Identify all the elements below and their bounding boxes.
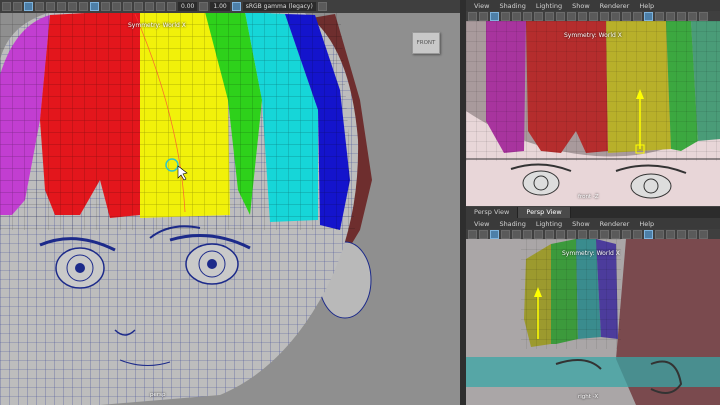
grid-icon[interactable] (13, 2, 22, 11)
side-camera-label: right -X (578, 394, 599, 400)
gamma-icon[interactable] (199, 2, 209, 11)
hair-bangs[interactable] (0, 10, 355, 230)
lights-icon[interactable] (57, 2, 66, 11)
selection-band (466, 357, 720, 387)
gamma-value-field[interactable]: 1.00 (210, 2, 230, 11)
gate-mask-icon[interactable] (123, 2, 132, 11)
camera-label: persp (150, 392, 166, 398)
tab-persp-view-2[interactable]: Persp View (518, 207, 571, 218)
menu-lighting[interactable]: Lighting (536, 220, 562, 228)
main-scene[interactable] (0, 0, 460, 405)
panel-tabs: Persp View Persp View (466, 207, 720, 218)
front-scene[interactable] (466, 21, 720, 206)
camera-icon[interactable] (2, 2, 11, 11)
side-scene[interactable] (466, 239, 720, 405)
view-transform-field[interactable]: sRGB gamma (legacy) (242, 2, 316, 11)
field-chart-icon[interactable] (134, 2, 143, 11)
safe-action-icon[interactable] (145, 2, 154, 11)
menu-show[interactable]: Show (572, 2, 590, 10)
menu-view[interactable]: View (474, 2, 489, 10)
side-viewport[interactable]: View Shading Lighting Show Renderer Help… (466, 218, 720, 405)
menu-lighting[interactable]: Lighting (536, 2, 562, 10)
side-toolbar (466, 229, 720, 239)
main-toolbar: 0.00 1.00 sRGB gamma (legacy) (0, 0, 460, 13)
xray-joints-icon[interactable] (90, 2, 99, 11)
viewport-settings-icon[interactable] (317, 2, 327, 11)
exposure-field[interactable]: 0.00 (178, 2, 198, 11)
menu-shading[interactable]: Shading (499, 2, 525, 10)
symmetry-label: Symmetry: World X (128, 22, 186, 29)
menu-renderer[interactable]: Renderer (600, 2, 630, 10)
menu-view[interactable]: View (474, 220, 489, 228)
front-viewport[interactable]: View Shading Lighting Show Renderer Help (466, 0, 720, 206)
textured-icon[interactable] (46, 2, 55, 11)
menu-show[interactable]: Show (572, 220, 590, 228)
menu-help[interactable]: Help (639, 2, 654, 10)
front-toolbar (466, 11, 720, 21)
front-camera-label: front -Z (578, 194, 599, 200)
smooth-shade-icon[interactable] (35, 2, 44, 11)
side-symmetry-label: Symmetry: World X (562, 250, 620, 257)
color-management-icon[interactable] (231, 2, 241, 11)
menu-renderer[interactable]: Renderer (600, 220, 630, 228)
main-viewport[interactable]: 0.00 1.00 sRGB gamma (legacy) Symmetry: … (0, 0, 460, 405)
wireframe-icon[interactable] (24, 2, 33, 11)
side-panel-menu: View Shading Lighting Show Renderer Help (466, 218, 720, 229)
tab-persp-view-1[interactable]: Persp View (466, 207, 519, 218)
shadows-icon[interactable] (68, 2, 77, 11)
menu-shading[interactable]: Shading (499, 220, 525, 228)
safe-title-icon[interactable] (156, 2, 165, 11)
front-symmetry-label: Symmetry: World X (564, 32, 622, 39)
exposure-icon[interactable] (167, 2, 176, 11)
resolution-gate-icon[interactable] (112, 2, 121, 11)
menu-help[interactable]: Help (639, 220, 654, 228)
xray-icon[interactable] (79, 2, 88, 11)
view-cube[interactable]: FRONT (412, 32, 440, 54)
isolate-icon[interactable] (101, 2, 110, 11)
front-panel-menu: View Shading Lighting Show Renderer Help (466, 0, 720, 11)
